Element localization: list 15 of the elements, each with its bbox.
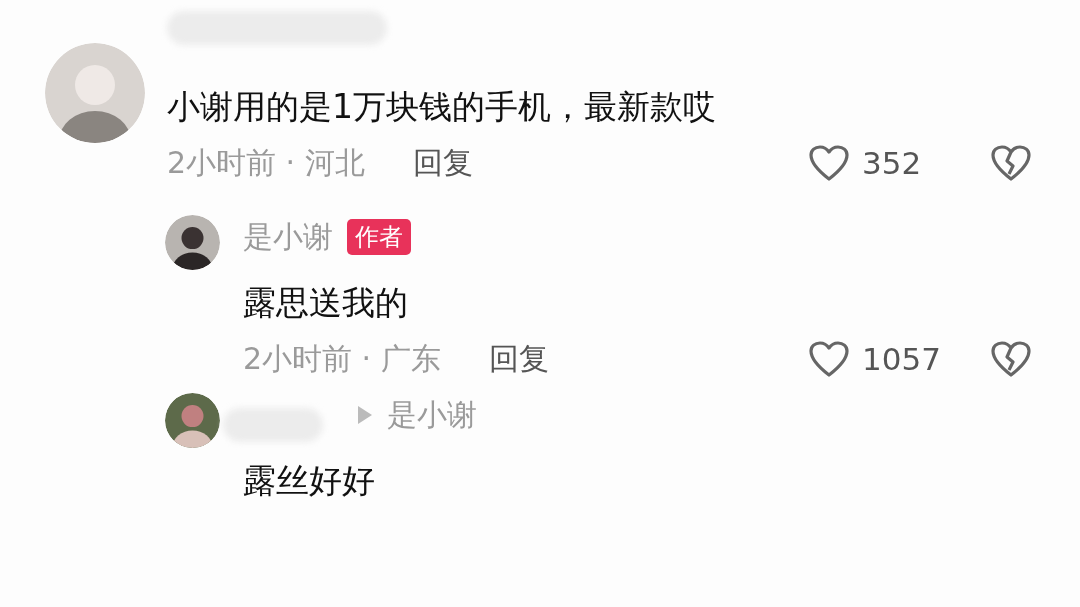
- like-count: 1057: [862, 341, 941, 377]
- comment-text: 露丝好好: [243, 460, 376, 502]
- heart-icon[interactable]: [808, 144, 850, 182]
- broken-heart-icon[interactable]: [990, 340, 1032, 378]
- broken-heart-icon[interactable]: [990, 144, 1032, 182]
- comment-text: 小谢用的是1万块钱的手机，最新款哎: [167, 86, 717, 128]
- comment-text: 露思送我的: [243, 282, 409, 324]
- reply-button[interactable]: 回复: [412, 142, 473, 184]
- reply-button[interactable]: 回复: [488, 338, 549, 380]
- time-location: 2小时前 · 广东: [243, 339, 441, 378]
- heart-icon[interactable]: [808, 340, 850, 378]
- author-badge: 作者: [347, 219, 411, 255]
- time-location: 2小时前 · 河北: [167, 143, 365, 182]
- like-count: 352: [862, 145, 922, 181]
- play-arrow-icon: [357, 405, 373, 425]
